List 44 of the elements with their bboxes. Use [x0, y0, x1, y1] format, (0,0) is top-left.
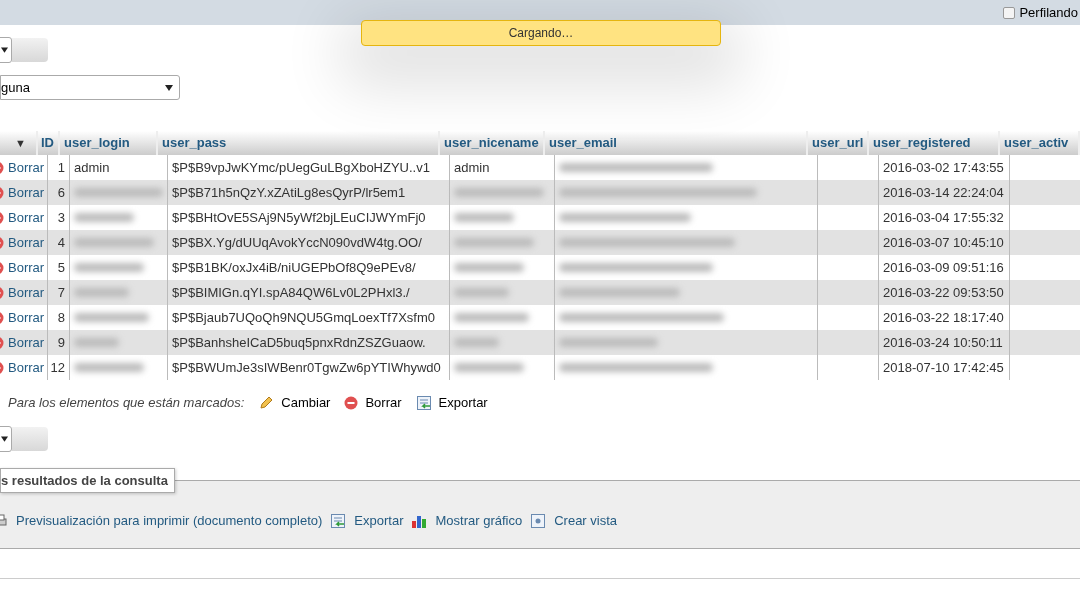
blurred-text — [74, 263, 144, 272]
table-cell: $P$BWUmJe3sIWBenr0TgwZw6pYTIWhywd0 — [168, 355, 450, 380]
blurred-text — [74, 363, 144, 372]
results-link[interactable]: Crear vista — [530, 510, 618, 531]
dropdown-arrow-icon — [1, 436, 8, 442]
dropdown-arrow-icon — [165, 84, 173, 91]
blurred-text — [454, 213, 514, 222]
legend-box: s resultados de la consulta — [0, 468, 175, 493]
export-icon — [415, 395, 432, 411]
delete-icon — [344, 396, 359, 410]
results-link[interactable]: Mostrar gráfico — [411, 510, 523, 531]
profiling-label: Perfilando — [1019, 3, 1078, 22]
blurred-text — [454, 363, 524, 372]
action-link[interactable]: Cambiar — [258, 393, 331, 413]
delete-link[interactable]: Borrar — [8, 232, 45, 253]
blurred-text — [74, 213, 134, 222]
blurred-text — [454, 288, 509, 297]
delete-link[interactable]: Borrar — [8, 182, 45, 203]
pencil-icon — [258, 395, 275, 411]
printer-icon — [0, 512, 8, 529]
loading-toast: Cargando… — [361, 20, 721, 46]
delete-link[interactable]: Borrar — [8, 357, 45, 378]
delete-link[interactable]: Borrar — [8, 207, 45, 228]
blurred-text — [454, 263, 524, 272]
results-link[interactable]: Previsualización para imprimir (documento completo) — [0, 510, 323, 531]
action-link[interactable]: Borrar — [344, 393, 402, 413]
results-link[interactable]: Exportar — [330, 510, 404, 531]
view-icon — [530, 512, 547, 529]
blurred-text — [74, 338, 119, 347]
delete-link[interactable]: Borrar — [8, 282, 45, 303]
delete-link[interactable]: Borrar — [8, 332, 45, 353]
delete-link[interactable]: Borrar — [8, 157, 45, 178]
blurred-text — [454, 338, 499, 347]
profiling-checkbox[interactable] — [1003, 6, 1016, 19]
marked-label: Para los elementos que están marcados: — [8, 394, 245, 413]
delete-link[interactable]: Borrar — [8, 257, 45, 278]
filter-select[interactable]: guna — [0, 75, 180, 100]
table-cell: 12 — [48, 355, 70, 380]
action-link[interactable]: Exportar — [415, 393, 488, 413]
dropdown-arrow-icon — [1, 47, 8, 53]
table-cell: 2018-07-10 17:42:45 — [879, 355, 1010, 380]
blurred-text — [74, 288, 129, 297]
export-icon — [330, 512, 347, 529]
delete-link[interactable]: Borrar — [8, 307, 45, 328]
